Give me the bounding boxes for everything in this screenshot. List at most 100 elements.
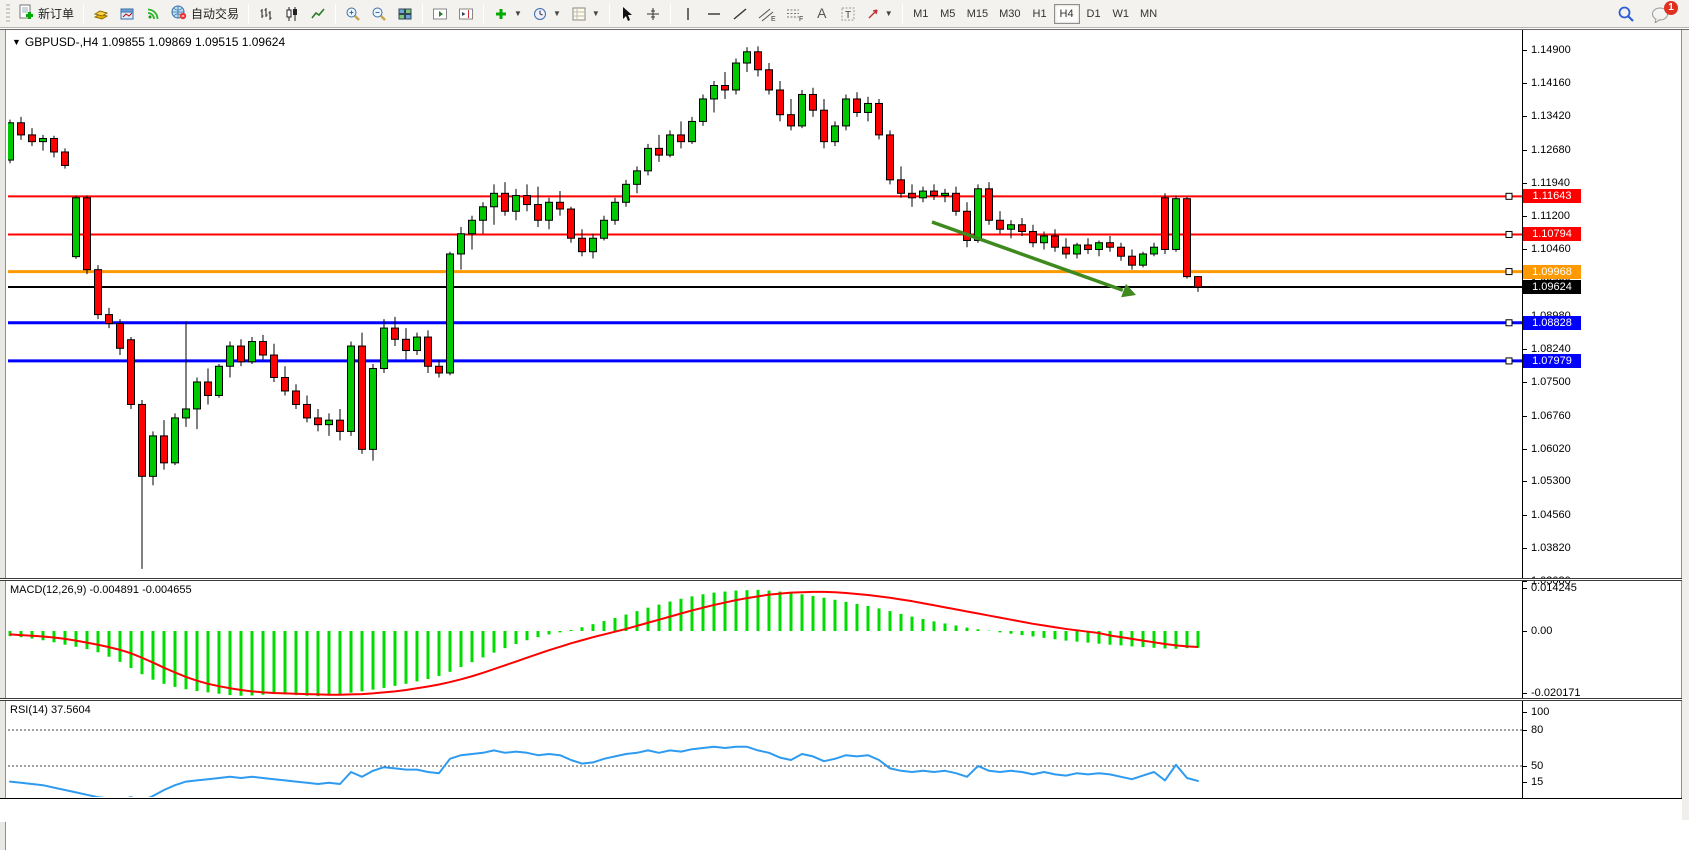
auto-scroll-icon[interactable] — [428, 3, 452, 25]
price-tick — [1522, 216, 1527, 217]
auto-trading-icon — [171, 4, 187, 23]
price-tick — [1522, 481, 1527, 482]
timeframe-button-mn[interactable]: MN — [1135, 4, 1162, 24]
price-tick-label: 1.06020 — [1531, 443, 1571, 455]
bar-chart-icon[interactable] — [254, 3, 278, 25]
chart-title-text: GBPUSD-,H4 1.09855 1.09869 1.09515 1.096… — [25, 35, 285, 49]
macd-tick — [1522, 631, 1527, 632]
new-order-label: 新订单 — [38, 5, 74, 22]
fibonacci-icon[interactable]: F — [782, 3, 808, 25]
candlestick-chart-icon[interactable] — [280, 3, 304, 25]
timeframe-button-m30[interactable]: M30 — [994, 4, 1025, 24]
new-order-button[interactable]: 新订单 — [14, 3, 78, 25]
price-tick-label: 1.11200 — [1531, 210, 1570, 222]
dropdown-arrow-icon: ▼ — [514, 9, 522, 18]
toolbar-separator — [609, 4, 610, 24]
svg-text:T: T — [845, 10, 851, 21]
price-tick-label: 1.04560 — [1531, 509, 1571, 521]
arrows-tool-icon[interactable]: ▼ — [862, 3, 897, 25]
chart-title-collapse-icon[interactable]: ▼ — [12, 37, 21, 47]
price-tick-label: 1.14160 — [1531, 77, 1571, 89]
rsi-line — [10, 747, 1198, 801]
templates-icon[interactable]: ▼ — [567, 3, 604, 25]
auto-trading-button[interactable]: 自动交易 — [167, 3, 243, 25]
rsi-tick — [1522, 766, 1527, 767]
horizontal-line-icon[interactable] — [702, 3, 726, 25]
timeframe-button-w1[interactable]: W1 — [1108, 4, 1135, 24]
macd-tick — [1522, 693, 1527, 694]
macd-panel — [10, 590, 1198, 696]
toolbar-separator — [670, 4, 671, 24]
crosshair-icon[interactable] — [641, 3, 665, 25]
timeframe-button-d1[interactable]: D1 — [1081, 4, 1107, 24]
timeframe-toolbar: M1M5M15M30H1H4D1W1MN — [908, 4, 1162, 24]
notifications-button[interactable]: 1 — [1647, 3, 1675, 25]
price-tick — [1522, 249, 1527, 250]
time-axis[interactable] — [0, 798, 1682, 822]
periods-icon[interactable]: ▼ — [528, 3, 565, 25]
price-tick-label: 1.10460 — [1531, 243, 1571, 255]
timeframe-button-m1[interactable]: M1 — [908, 4, 934, 24]
rsi-tick-label: 50 — [1531, 760, 1543, 772]
dropdown-arrow-icon: ▼ — [592, 9, 600, 18]
pivot-line-handle — [1506, 269, 1512, 275]
support-line-1-price-tag: 1.08828 — [1523, 316, 1581, 330]
price-tick — [1522, 116, 1527, 117]
indicators-icon[interactable]: ▼ — [489, 3, 526, 25]
auto-trading-label: 自动交易 — [191, 5, 239, 22]
timeframe-button-m15[interactable]: M15 — [962, 4, 993, 24]
support-line-1-handle — [1506, 320, 1512, 326]
toolbar-separator — [483, 4, 484, 24]
zoom-out-icon[interactable] — [367, 3, 391, 25]
timeframe-button-h1[interactable]: H1 — [1027, 4, 1053, 24]
trading-platform-window: { "toolbar": { "new_order_label": "新订单",… — [0, 0, 1689, 850]
channel-icon[interactable]: E — [754, 3, 780, 25]
price-tick — [1522, 50, 1527, 51]
timeframe-button-h4[interactable]: H4 — [1054, 4, 1080, 24]
candlestick-series — [7, 46, 1202, 568]
tile-windows-icon[interactable] — [393, 3, 417, 25]
resistance-line-2-price-tag: 1.10794 — [1523, 227, 1581, 241]
toolbar-separator — [83, 4, 84, 24]
signal-icon[interactable] — [141, 3, 165, 25]
data-folder-icon[interactable] — [89, 3, 113, 25]
text-icon[interactable]: A — [810, 3, 834, 25]
price-tick — [1522, 581, 1527, 582]
price-tick-label: 1.06760 — [1531, 410, 1571, 422]
price-tick-label: 1.11940 — [1531, 177, 1570, 189]
chart-shift-icon[interactable] — [454, 3, 478, 25]
toolbar-separator — [335, 4, 336, 24]
dropdown-arrow-icon: ▼ — [885, 9, 893, 18]
resistance-line-1-price-tag: 1.11643 — [1523, 189, 1581, 203]
price-tick-label: 1.07500 — [1531, 376, 1571, 388]
rsi-tick — [1522, 730, 1527, 731]
main-toolbar: 新订单 自动交易 ▼ — [0, 0, 1689, 28]
horizontal-lines-layer[interactable] — [8, 193, 1522, 364]
trendline-icon[interactable] — [728, 3, 752, 25]
price-tick — [1522, 183, 1527, 184]
macd-tick — [1522, 588, 1527, 589]
line-chart-icon[interactable] — [306, 3, 330, 25]
rsi-tick-label: 80 — [1531, 724, 1543, 736]
chart-canvas[interactable] — [0, 0, 1689, 850]
svg-text:F: F — [799, 16, 803, 22]
price-tick — [1522, 548, 1527, 549]
price-tick-label: 1.14900 — [1531, 44, 1571, 56]
rsi-tick — [1522, 782, 1527, 783]
resistance-line-2-handle — [1506, 231, 1512, 237]
price-tick — [1522, 83, 1527, 84]
timeframe-button-m5[interactable]: M5 — [935, 4, 961, 24]
macd-indicator-label: MACD(12,26,9) -0.004891 -0.004655 — [10, 584, 192, 596]
chart-window-icon[interactable] — [115, 3, 139, 25]
zoom-in-icon[interactable] — [341, 3, 365, 25]
search-icon[interactable] — [1613, 3, 1639, 25]
panel-divider-macd[interactable] — [0, 578, 1682, 581]
text-label-icon[interactable]: T — [836, 3, 860, 25]
vertical-line-icon[interactable] — [676, 3, 700, 25]
resistance-line-1-handle — [1506, 193, 1512, 199]
panel-divider-rsi[interactable] — [0, 698, 1682, 701]
pivot-line-price-tag: 1.09968 — [1523, 265, 1581, 279]
price-tick — [1522, 382, 1527, 383]
cursor-icon[interactable] — [615, 3, 639, 25]
support-line-2-price-tag: 1.07979 — [1523, 354, 1581, 368]
